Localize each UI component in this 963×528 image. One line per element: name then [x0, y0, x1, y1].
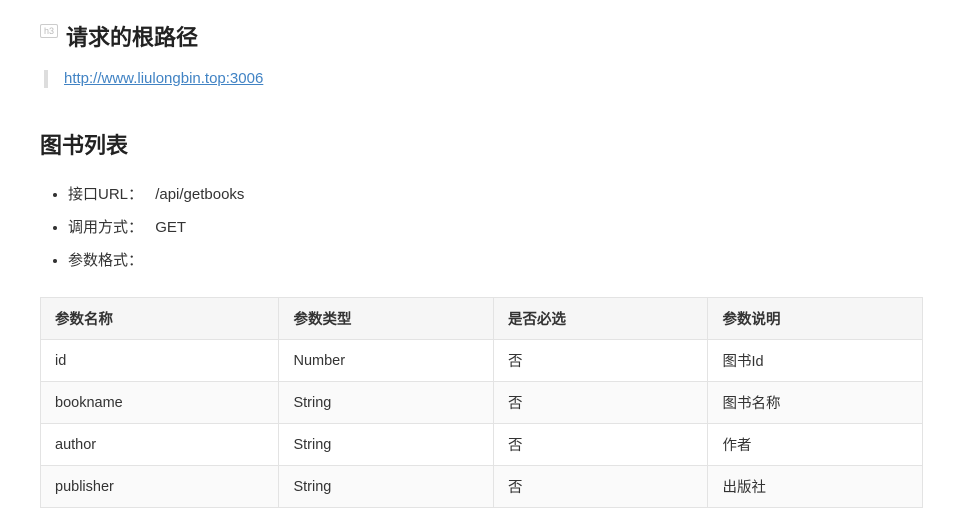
table-cell: author — [41, 424, 279, 466]
table-cell: String — [279, 382, 494, 424]
table-cell: 图书名称 — [708, 382, 923, 424]
api-info-list: 接口URL： /api/getbooks 调用方式： GET 参数格式： — [68, 178, 923, 277]
table-row: author String 否 作者 — [41, 424, 923, 466]
table-header-cell: 参数类型 — [279, 298, 494, 340]
table-header-cell: 是否必选 — [493, 298, 708, 340]
table-cell: String — [279, 466, 494, 508]
book-list-heading: 图书列表 — [40, 128, 923, 160]
table-cell: 否 — [493, 424, 708, 466]
root-path-url-link[interactable]: http://www.liulongbin.top:3006 — [64, 70, 263, 87]
table-row: publisher String 否 出版社 — [41, 466, 923, 508]
table-cell: 作者 — [708, 424, 923, 466]
list-item: 参数格式： — [68, 244, 923, 277]
list-item-label: 参数格式： — [68, 244, 143, 277]
list-item-label: 接口URL： — [68, 178, 143, 211]
table-row: bookname String 否 图书名称 — [41, 382, 923, 424]
params-table: 参数名称 参数类型 是否必选 参数说明 id Number 否 图书Id boo… — [40, 297, 923, 508]
list-item: 调用方式： GET — [68, 211, 923, 244]
table-cell: 图书Id — [708, 340, 923, 382]
table-cell: 否 — [493, 340, 708, 382]
list-item-label: 调用方式： — [68, 211, 143, 244]
table-cell: 否 — [493, 466, 708, 508]
root-path-heading: h3 请求的根路径 — [40, 20, 923, 52]
table-row: id Number 否 图书Id — [41, 340, 923, 382]
table-header-cell: 参数说明 — [708, 298, 923, 340]
table-cell: bookname — [41, 382, 279, 424]
table-cell: Number — [279, 340, 494, 382]
table-cell: publisher — [41, 466, 279, 508]
table-cell: String — [279, 424, 494, 466]
root-path-blockquote: http://www.liulongbin.top:3006 — [44, 70, 923, 88]
heading-level-badge: h3 — [40, 24, 58, 38]
table-cell: 出版社 — [708, 466, 923, 508]
root-path-title: 请求的根路径 — [66, 20, 198, 52]
table-header-cell: 参数名称 — [41, 298, 279, 340]
table-cell: 否 — [493, 382, 708, 424]
list-item-value: GET — [155, 211, 186, 244]
list-item: 接口URL： /api/getbooks — [68, 178, 923, 211]
table-header-row: 参数名称 参数类型 是否必选 参数说明 — [41, 298, 923, 340]
table-cell: id — [41, 340, 279, 382]
list-item-value: /api/getbooks — [155, 178, 244, 211]
